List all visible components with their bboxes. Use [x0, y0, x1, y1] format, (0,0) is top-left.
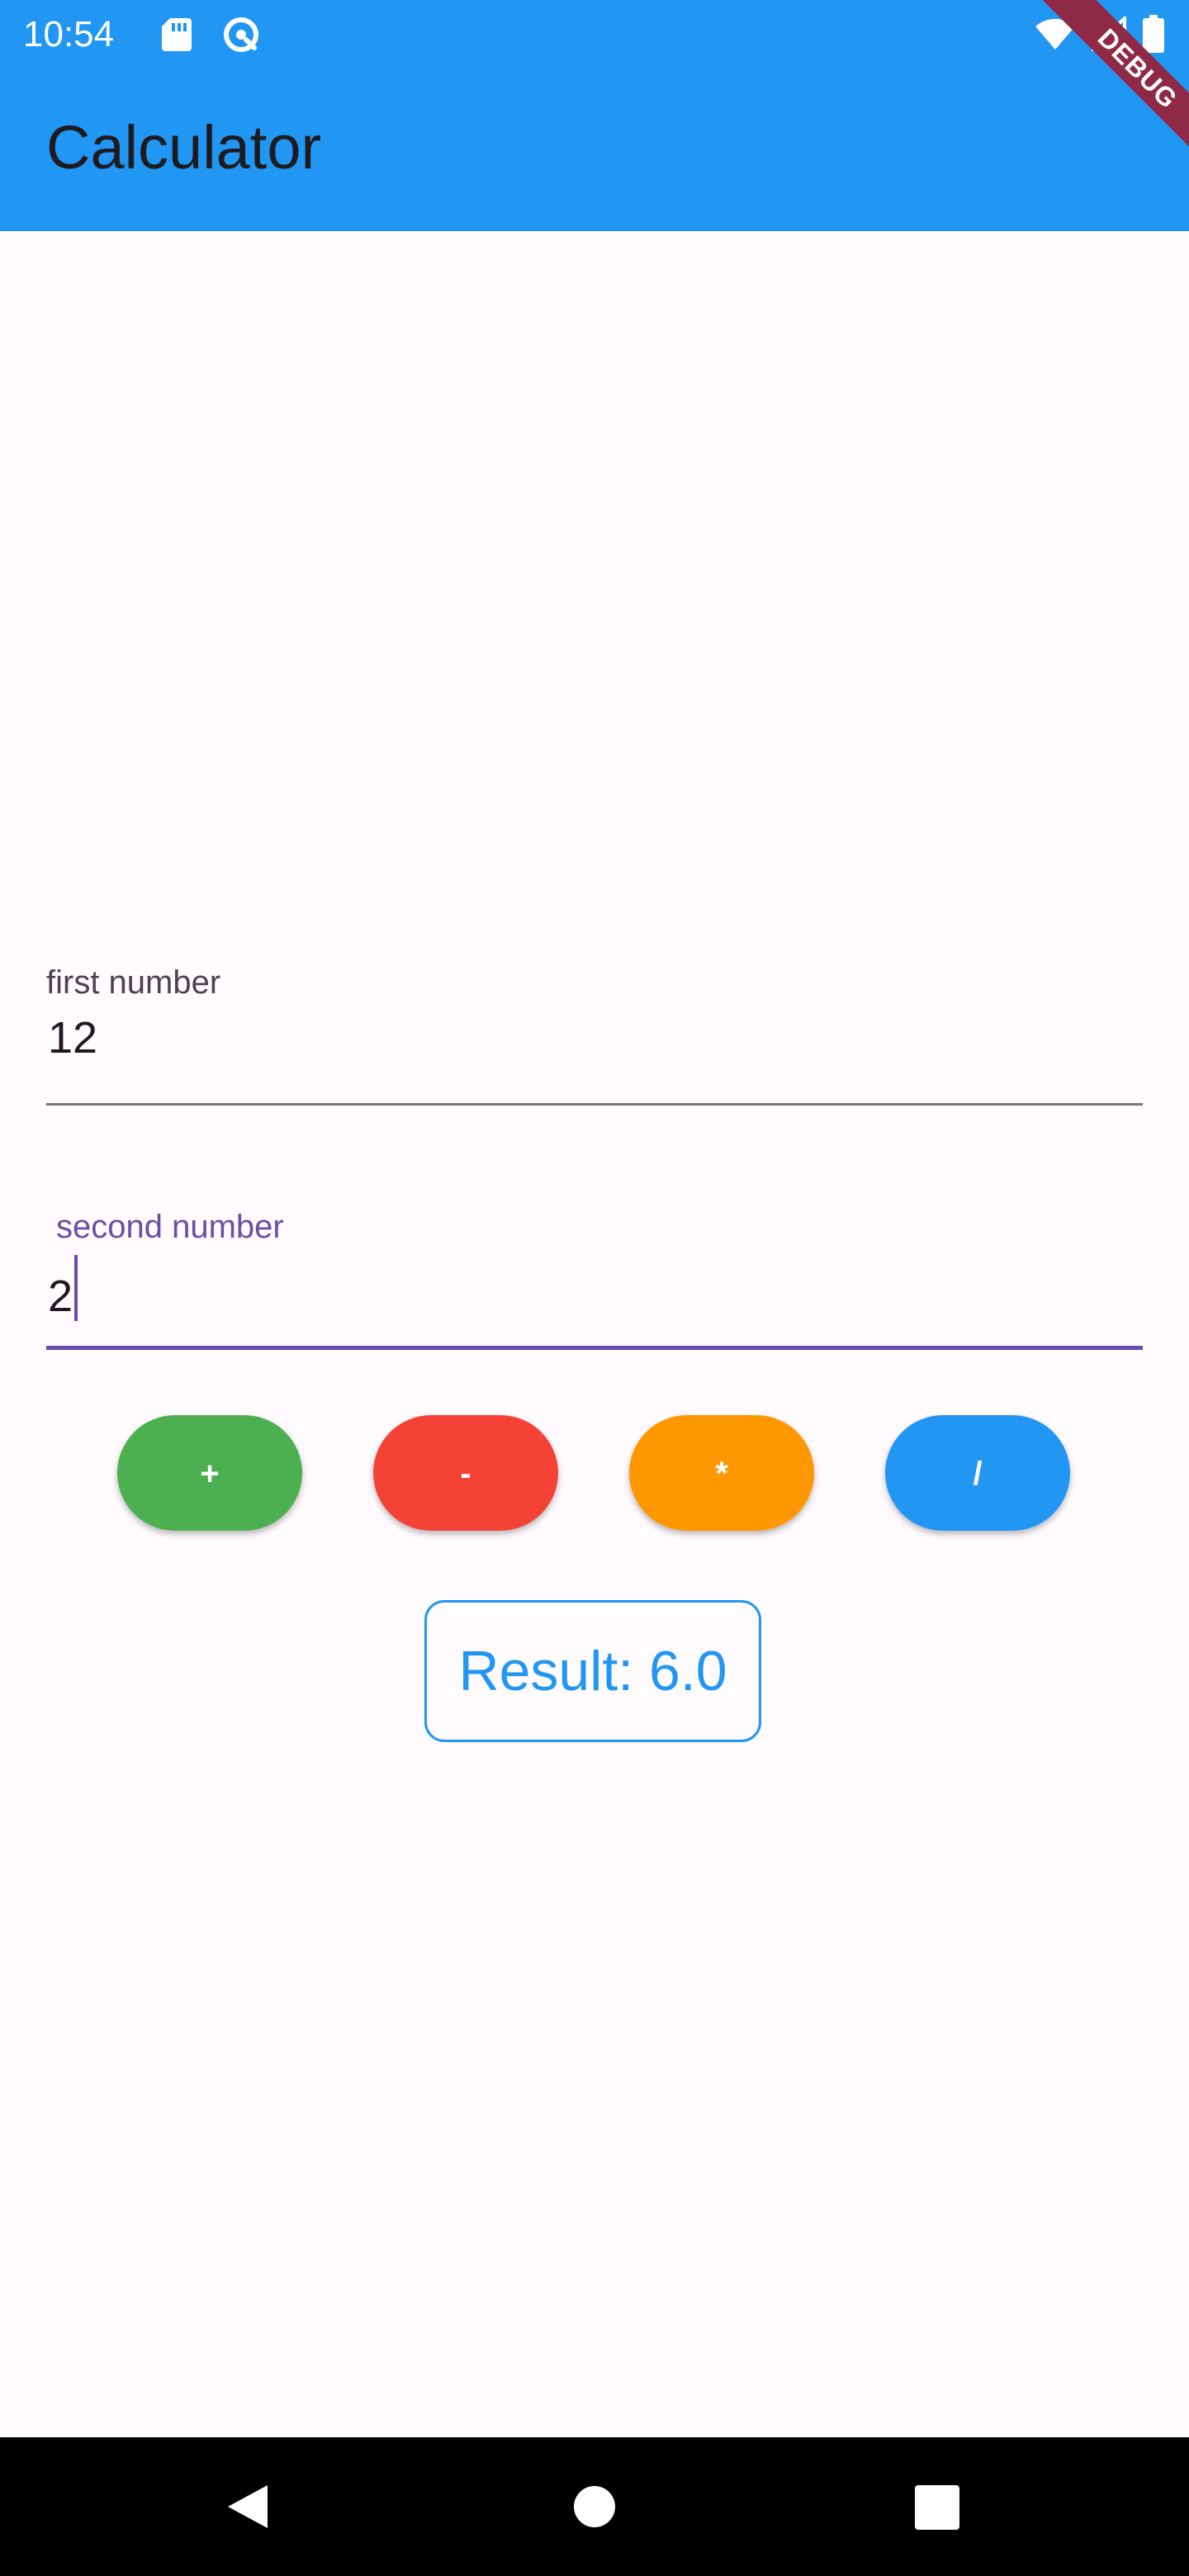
multiply-button[interactable]: *	[629, 1415, 814, 1531]
first-number-underline	[46, 1103, 1143, 1106]
first-number-input[interactable]: 12	[48, 1011, 97, 1065]
second-number-field[interactable]: second number 2	[46, 1194, 1143, 1351]
second-number-label: second number	[56, 1209, 284, 1245]
sync-icon	[224, 17, 258, 52]
back-icon[interactable]	[223, 2482, 272, 2531]
subtract-button[interactable]: -	[373, 1415, 558, 1531]
result-box: Result: 6.0	[424, 1600, 761, 1742]
first-number-field[interactable]: first number 12	[46, 949, 1143, 1106]
second-number-underline	[46, 1346, 1143, 1350]
battery-icon	[1143, 15, 1164, 53]
add-button[interactable]: +	[117, 1415, 302, 1531]
divide-button[interactable]: /	[885, 1415, 1070, 1531]
result-text: Result: 6.0	[458, 1640, 727, 1702]
app-bar: 10:54 Calculator DEBUG	[0, 0, 1189, 231]
home-icon[interactable]	[573, 2485, 616, 2528]
page-title: Calculator	[46, 113, 322, 182]
sd-card-icon	[162, 18, 192, 51]
navigation-bar	[0, 2437, 1189, 2576]
second-number-input-wrap[interactable]: 2	[48, 1255, 78, 1324]
text-cursor	[74, 1255, 78, 1321]
status-time: 10:54	[23, 14, 115, 54]
status-bar: 10:54	[0, 0, 1189, 69]
recent-apps-icon[interactable]	[915, 2485, 959, 2530]
first-number-label: first number	[46, 964, 221, 1001]
second-number-input[interactable]: 2	[48, 1271, 73, 1321]
